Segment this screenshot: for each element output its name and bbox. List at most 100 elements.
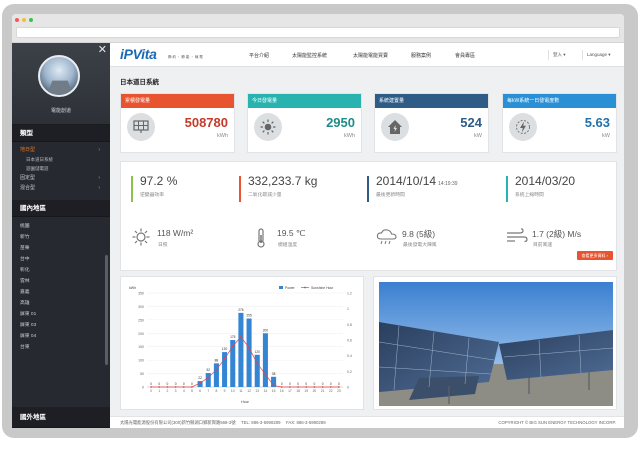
sidebar-scrollbar[interactable]	[105, 255, 108, 365]
weather-value: 118 W/m²	[157, 228, 194, 238]
sunshine-point	[289, 386, 291, 388]
sidebar-region-item[interactable]: 嘉義	[12, 287, 110, 298]
y-tick-label: 0	[142, 386, 144, 390]
bar-data-label: 0	[338, 382, 340, 386]
kpi-tile-unit: kWh	[217, 133, 228, 139]
more-data-button[interactable]: 查看更多資料 ›	[576, 251, 613, 260]
bar-data-label: 175	[230, 335, 236, 339]
sidebar-region-item[interactable]: 屏東 03	[12, 320, 110, 331]
bar-data-label: 0	[150, 382, 152, 386]
sunshine-point	[182, 386, 185, 388]
kpi-tile-title: 今日發電量	[248, 94, 361, 108]
x-tick-label: 14	[264, 389, 268, 393]
y2-tick-label: 1	[347, 307, 349, 311]
cloud-rain-icon	[376, 228, 397, 248]
x-tick-label: 9	[224, 389, 226, 393]
top-navigation: iPVita 節 約 ・ 節 能 ・ 綠 電 平台介紹 太陽能監控系統 太陽能電…	[110, 43, 624, 67]
sidebar-item-tracking[interactable]: 地日型 ›	[12, 145, 110, 155]
bar-data-label: 0	[167, 382, 169, 386]
close-dot-icon[interactable]	[15, 18, 19, 22]
x-tick-label: 15	[272, 389, 276, 393]
x-tick-label: 11	[239, 389, 243, 393]
sun-outline-icon	[131, 228, 151, 248]
main-content: iPVita 節 約 ・ 節 能 ・ 綠 電 平台介紹 太陽能監控系統 太陽能電…	[110, 43, 624, 428]
footer: 太陽光電能源股份有限公司(300)新竹縣湖口鄉新興路568-3號 TEL: 88…	[110, 416, 624, 428]
sunshine-point	[272, 384, 275, 387]
sidebar-section-overseas: 國外地區	[12, 407, 110, 428]
sidebar-subitem[interactable]: 遊園儲電遊	[12, 164, 110, 173]
sunshine-point	[305, 386, 308, 388]
sidebar: ✕ 電能創道 類型 地日型 › 日本道日系統 遊園儲電遊 固定型 › 混合型 › 國內…	[12, 43, 110, 428]
wind-icon	[506, 228, 528, 248]
login-dropdown[interactable]: 登入 ▾	[548, 50, 570, 60]
stat-value: 2014/10/14	[376, 174, 437, 188]
bar-data-label: 0	[314, 382, 316, 386]
y2-tick-label: 0	[347, 386, 349, 390]
maximize-dot-icon[interactable]	[29, 18, 33, 22]
kpi-tile-title: 系統建置量	[375, 94, 488, 108]
chart-bar	[262, 333, 268, 387]
chevron-right-icon: ›	[98, 147, 100, 153]
nav-item-members[interactable]: 會員專區	[455, 52, 475, 59]
nav-item-trading[interactable]: 太陽能電能買賣	[353, 52, 388, 59]
bar-data-label: 0	[297, 382, 299, 386]
sunshine-point	[166, 386, 169, 388]
sidebar-item-hybrid[interactable]: 混合型 ›	[12, 183, 110, 193]
y2-tick-label: 0.8	[347, 323, 352, 327]
x-tick-label: 16	[280, 389, 284, 393]
solar-panel-icon	[127, 113, 155, 141]
x-tick-label: 8	[215, 389, 217, 393]
window-controls	[15, 18, 33, 22]
sunshine-point	[174, 386, 177, 388]
close-icon[interactable]: ✕	[98, 43, 107, 56]
sidebar-region-item[interactable]: 新竹	[12, 232, 110, 243]
bar-data-label: 255	[246, 314, 252, 318]
stat-item: 97.2 % 逆變器效率	[131, 174, 177, 204]
y2-tick-label: 0.6	[347, 339, 352, 343]
y2-tick-label: 0.4	[347, 354, 352, 358]
x-tick-label: 3	[175, 389, 177, 393]
sidebar-subitem[interactable]: 日本道日系統	[12, 155, 110, 164]
sidebar-region-item[interactable]: 桃園	[12, 221, 110, 232]
nav-item-intro[interactable]: 平台介紹	[249, 52, 269, 59]
stat-label: 最後更新時間	[376, 193, 405, 198]
sunshine-point	[158, 386, 161, 388]
stat-item: 332,233.7 kg 二氧化碳減少量	[239, 174, 317, 204]
solar-panels-photo	[378, 282, 614, 406]
x-tick-label: 17	[288, 389, 292, 393]
bar-data-label: 0	[281, 382, 283, 386]
bar-data-label: 276	[238, 308, 244, 312]
legend-label-sunshine: Sunshine Hour	[311, 286, 334, 290]
y2-tick-label: 0.2	[347, 370, 352, 374]
sidebar-section-type: 類型	[12, 125, 110, 142]
legend-swatch-sunshine-dot	[304, 286, 306, 289]
bar-data-label: 38	[272, 372, 276, 376]
sidebar-region-item[interactable]: 屏東 04	[12, 331, 110, 342]
photo-panel	[373, 276, 617, 410]
stat-label: 逆變器效率	[140, 193, 164, 198]
sidebar-region-item[interactable]: 台中	[12, 254, 110, 265]
minimize-dot-icon[interactable]	[22, 18, 26, 22]
stat-item: 2014/10/14 14:19:39 最後更新時間	[367, 174, 458, 204]
language-dropdown[interactable]: Language ▾	[582, 50, 615, 60]
sidebar-region-item[interactable]: 屏東 01	[12, 309, 110, 320]
bar-data-label: 0	[175, 382, 177, 386]
sidebar-region-item[interactable]: 雲林	[12, 276, 110, 287]
sunshine-point	[313, 386, 316, 388]
y2-tick-label: 1.2	[347, 292, 352, 296]
kpi-tile-title: 累積發電量	[121, 94, 234, 108]
sidebar-region-item[interactable]: 台東	[12, 342, 110, 353]
sidebar-region-item[interactable]: 苗栗	[12, 243, 110, 254]
sunshine-point	[150, 386, 152, 388]
sidebar-item-fixed[interactable]: 固定型 ›	[12, 173, 110, 183]
bar-data-label: 52	[206, 368, 210, 372]
nav-item-monitoring[interactable]: 太陽能監控系統	[292, 52, 327, 59]
address-bar[interactable]	[16, 27, 620, 38]
sidebar-profile: ✕ 電能創道	[12, 43, 110, 125]
bar-data-label: 0	[191, 382, 193, 386]
nav-item-cases[interactable]: 服務案例	[411, 52, 431, 59]
brand-logo[interactable]: iPVita	[120, 46, 157, 62]
sidebar-region-item[interactable]: 彰化	[12, 265, 110, 276]
sidebar-region-item[interactable]: 高雄	[12, 298, 110, 309]
x-tick-label: 7	[207, 389, 209, 393]
